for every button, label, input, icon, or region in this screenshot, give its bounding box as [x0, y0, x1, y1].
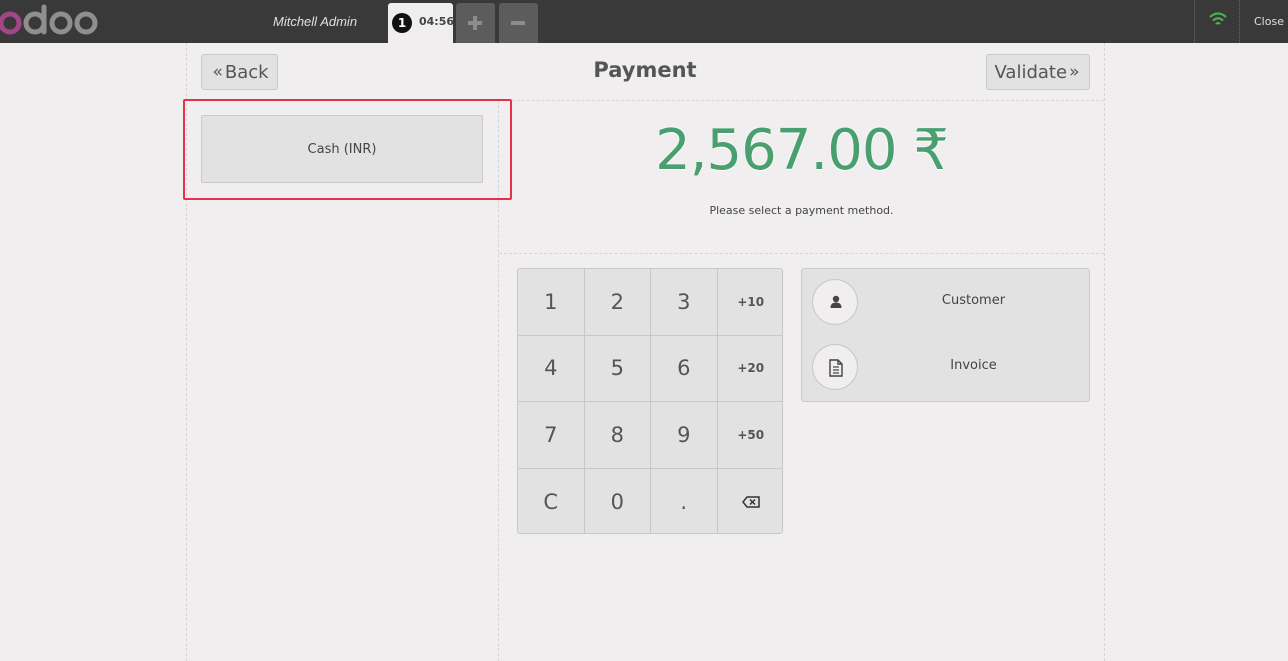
numpad-key-3[interactable]: 3: [651, 269, 718, 336]
minus-icon: [511, 21, 525, 25]
order-number-badge: 1: [392, 13, 412, 33]
numpad-key-6[interactable]: 6: [651, 335, 718, 402]
user-icon: [830, 295, 842, 308]
total-amount: 2,567.00 ₹: [655, 118, 949, 183]
validate-button[interactable]: Validate »: [986, 54, 1090, 90]
numpad-key-9[interactable]: 9: [651, 402, 718, 469]
payment-method-label: Cash (INR): [307, 141, 377, 157]
document-icon: [829, 359, 843, 377]
numpad-key-0[interactable]: 0: [584, 468, 651, 533]
close-button[interactable]: Close: [1254, 15, 1284, 28]
plus-icon: [468, 16, 482, 30]
customer-label: Customer: [941, 293, 1006, 308]
payment-hint: Please select a payment method.: [709, 204, 894, 217]
top-bar: Mitchell Admin 1 04:56 Close: [0, 0, 1288, 43]
numpad-key-8[interactable]: 8: [584, 402, 651, 469]
numpad-key-plus50[interactable]: +50: [717, 402, 782, 469]
back-button[interactable]: « Back: [201, 54, 278, 90]
payment-method-cash[interactable]: Cash (INR): [201, 115, 483, 183]
customer-button[interactable]: Customer: [801, 268, 1090, 335]
new-order-button[interactable]: [456, 3, 495, 43]
numpad: 1 2 3 +10 4 5 6 +20 7 8 9 +50 C 0 .: [517, 268, 783, 534]
back-button-label: Back: [224, 61, 269, 83]
numpad-key-1[interactable]: 1: [518, 269, 585, 336]
numpad-key-plus20[interactable]: +20: [717, 335, 782, 402]
wifi-icon: [1209, 12, 1227, 25]
numpad-key-clear[interactable]: C: [518, 468, 585, 533]
invoice-label: Invoice: [950, 358, 997, 373]
connection-status[interactable]: [1194, 0, 1240, 43]
double-chevron-right-icon: »: [1069, 62, 1080, 82]
numpad-key-plus10[interactable]: +10: [717, 269, 782, 336]
order-tab[interactable]: 1 04:56: [388, 3, 455, 43]
order-time: 04:56: [419, 15, 455, 28]
numpad-key-decimal[interactable]: .: [651, 468, 718, 533]
backspace-icon: [741, 496, 760, 508]
odoo-logo: [0, 4, 98, 35]
validate-button-label: Validate: [994, 61, 1068, 83]
double-chevron-left-icon: «: [212, 62, 223, 82]
numpad-key-2[interactable]: 2: [584, 269, 651, 336]
invoice-button[interactable]: Invoice: [801, 334, 1090, 402]
customer-icon-wrap: [812, 279, 858, 325]
delete-order-button[interactable]: [499, 3, 538, 43]
numpad-key-4[interactable]: 4: [518, 335, 585, 402]
user-name[interactable]: Mitchell Admin: [273, 14, 357, 29]
divider: [499, 253, 1104, 254]
numpad-key-5[interactable]: 5: [584, 335, 651, 402]
invoice-icon-wrap: [812, 344, 858, 390]
numpad-key-7[interactable]: 7: [518, 402, 585, 469]
numpad-key-backspace[interactable]: [717, 468, 782, 533]
page-title: Payment: [593, 58, 697, 82]
